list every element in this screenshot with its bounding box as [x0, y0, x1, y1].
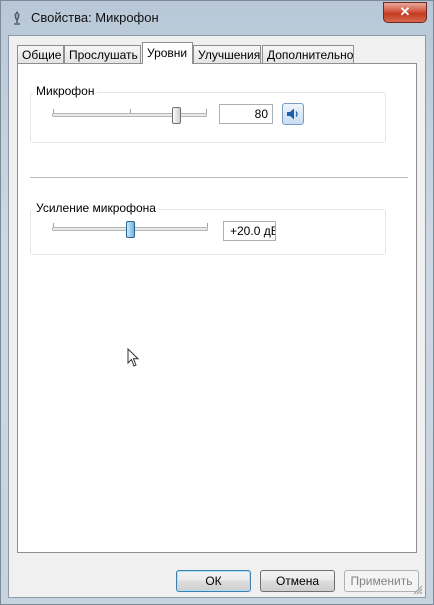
dialog-window: Свойства: Микрофон ✕ Общие Прослушать Ур… — [0, 0, 434, 605]
tab-advanced[interactable]: Дополнительно — [262, 45, 354, 63]
tab-listen[interactable]: Прослушать — [64, 45, 141, 63]
microphone-level-field[interactable]: 80 — [219, 104, 273, 124]
resize-grip-icon[interactable] — [413, 585, 423, 595]
microphone-group: Микрофон 80 — [30, 84, 386, 143]
slider-tick — [53, 223, 54, 227]
slider-tick — [130, 109, 131, 113]
separator-line — [30, 177, 408, 178]
speaker-icon — [287, 108, 298, 120]
levels-panel: Микрофон 80 Усиление микрофона +20.0 дБ — [17, 63, 417, 553]
mouse-cursor-icon — [127, 348, 140, 367]
microphone-slider[interactable] — [52, 109, 207, 117]
slider-tick — [53, 109, 54, 113]
boost-group: Усиление микрофона +20.0 дБ — [30, 201, 386, 255]
cancel-button[interactable]: Отмена — [260, 570, 335, 592]
microphone-slider-thumb[interactable] — [171, 107, 181, 124]
boost-slider-thumb[interactable] — [125, 221, 135, 238]
tab-levels[interactable]: Уровни — [142, 42, 193, 64]
mute-button[interactable] — [282, 103, 304, 125]
slider-tick — [206, 109, 207, 113]
apply-button[interactable]: Применить — [344, 570, 419, 592]
boost-level-field: +20.0 дБ — [223, 221, 276, 241]
microphone-icon — [14, 11, 20, 25]
boost-label: Усиление микрофона — [33, 201, 159, 215]
title-bar[interactable]: Свойства: Микрофон ✕ — [1, 1, 433, 35]
close-button[interactable]: ✕ — [383, 2, 427, 23]
microphone-label: Микрофон — [33, 84, 98, 98]
tab-enhancements[interactable]: Улучшения — [193, 45, 261, 63]
dialog-client: Общие Прослушать Уровни Улучшения Дополн… — [8, 35, 426, 598]
window-title: Свойства: Микрофон — [31, 10, 159, 25]
slider-tick — [207, 223, 208, 227]
tab-general[interactable]: Общие — [17, 45, 64, 63]
ok-button[interactable]: ОК — [176, 570, 251, 592]
